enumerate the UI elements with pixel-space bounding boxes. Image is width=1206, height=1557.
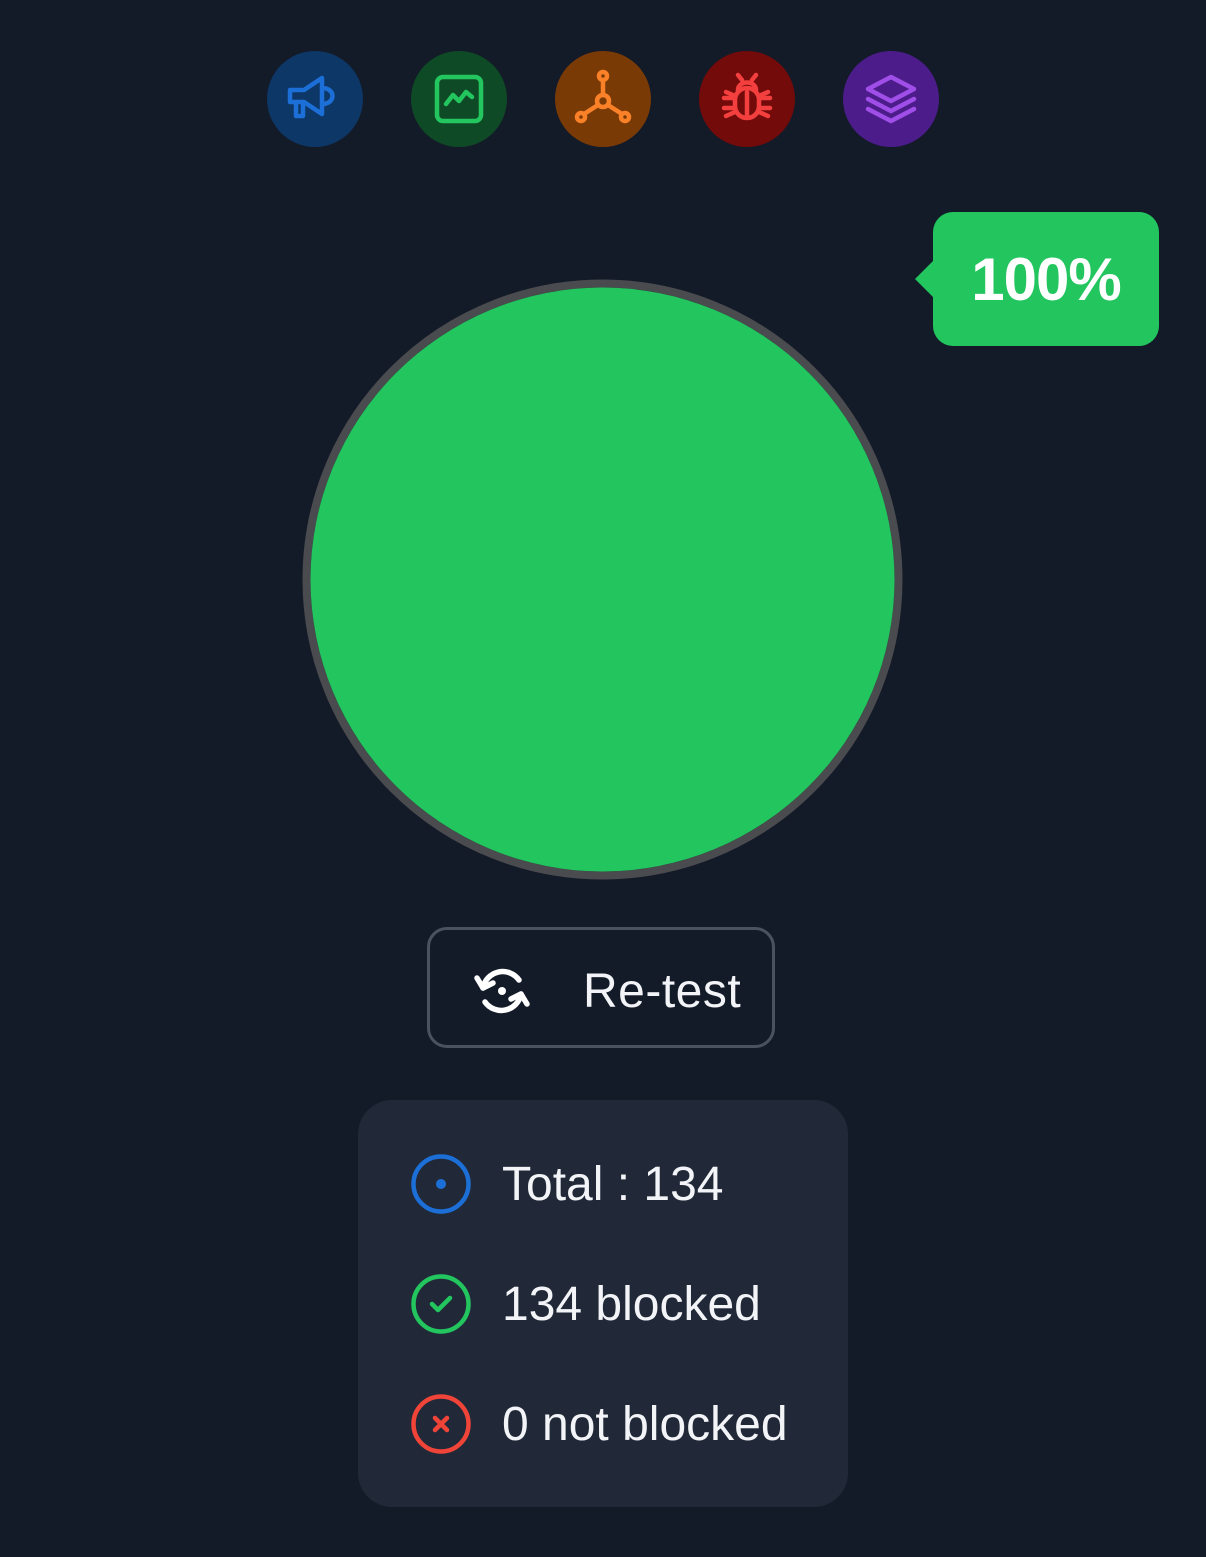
megaphone-icon: [287, 75, 335, 119]
blocked-count: 134 blocked: [502, 1277, 761, 1331]
x-circle-icon: [411, 1394, 471, 1454]
bug-icon: [721, 72, 773, 121]
tooltip-pointer: [915, 261, 933, 297]
target-icon: [411, 1154, 471, 1214]
stat-not-blocked: 0 not blocked: [410, 1393, 788, 1455]
retest-label: Re-test: [583, 965, 742, 1018]
category-toolbar: [267, 51, 939, 147]
block-rate-gauge: [302, 279, 903, 880]
stat-blocked: 134 blocked: [410, 1273, 761, 1335]
other-category-button[interactable]: [843, 51, 939, 147]
ads-category-button[interactable]: [267, 51, 363, 147]
network-icon: [574, 69, 632, 124]
malware-category-button[interactable]: [699, 51, 795, 147]
trackers-category-button[interactable]: [555, 51, 651, 147]
percent-value: 100%: [971, 245, 1121, 313]
total-count: Total : 134: [502, 1157, 724, 1211]
layers-icon: [865, 74, 917, 124]
stats-card: Total : 134 134 blocked 0 not blocked: [358, 1100, 848, 1507]
not-blocked-count: 0 not blocked: [502, 1397, 788, 1451]
retest-button[interactable]: Re-test: [427, 927, 775, 1048]
refresh-icon: [474, 968, 530, 1014]
stat-total: Total : 134: [410, 1153, 723, 1215]
percent-tooltip: 100%: [915, 212, 1159, 346]
chart-icon: [434, 74, 484, 124]
check-circle-icon: [411, 1274, 471, 1334]
analytics-category-button[interactable]: [411, 51, 507, 147]
